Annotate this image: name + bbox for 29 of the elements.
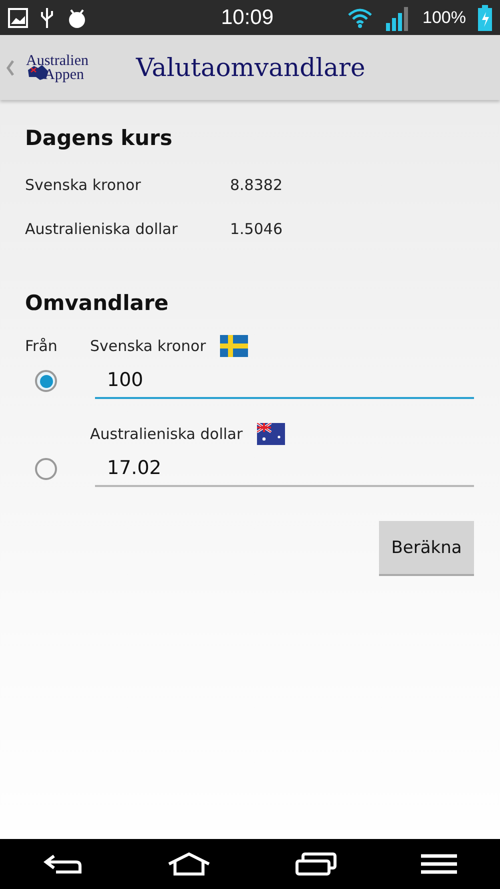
back-icon[interactable] bbox=[42, 852, 84, 876]
signal-icon bbox=[384, 4, 411, 30]
amount-field[interactable]: 17.02 bbox=[95, 451, 474, 487]
menu-icon[interactable] bbox=[420, 853, 458, 875]
radio-button[interactable] bbox=[35, 370, 57, 392]
flag-icon bbox=[220, 335, 248, 357]
exchange-rate: 1.5046 bbox=[230, 220, 282, 238]
picture-icon bbox=[8, 8, 28, 28]
flag-icon bbox=[256, 423, 285, 445]
wifi-icon bbox=[346, 8, 373, 28]
currency-name: Australieniska dollar bbox=[25, 220, 179, 238]
currency-label: Australieniska dollar bbox=[90, 425, 243, 443]
amount-field[interactable]: 100 bbox=[95, 363, 474, 399]
calculate-button[interactable]: Beräkna bbox=[379, 521, 474, 576]
section-heading: Dagens kurs bbox=[25, 126, 174, 150]
section-heading: Omvandlare bbox=[25, 291, 170, 315]
currency-name: Svenska kronor bbox=[25, 176, 142, 194]
home-icon[interactable] bbox=[167, 852, 212, 876]
clock-time: 10:09 bbox=[220, 6, 275, 30]
from-label: Från bbox=[25, 337, 58, 355]
usb-icon bbox=[40, 6, 54, 28]
radio-button[interactable] bbox=[35, 458, 57, 480]
exchange-rate: 8.8382 bbox=[230, 176, 282, 194]
screen-title: Valutaomvandlare bbox=[136, 53, 366, 82]
recent-apps-icon[interactable] bbox=[294, 852, 337, 876]
bug-icon bbox=[66, 6, 88, 28]
battery-charging-icon bbox=[478, 4, 492, 30]
currency-label: Svenska kronor bbox=[90, 337, 206, 355]
battery-percent: 100% bbox=[422, 8, 466, 28]
